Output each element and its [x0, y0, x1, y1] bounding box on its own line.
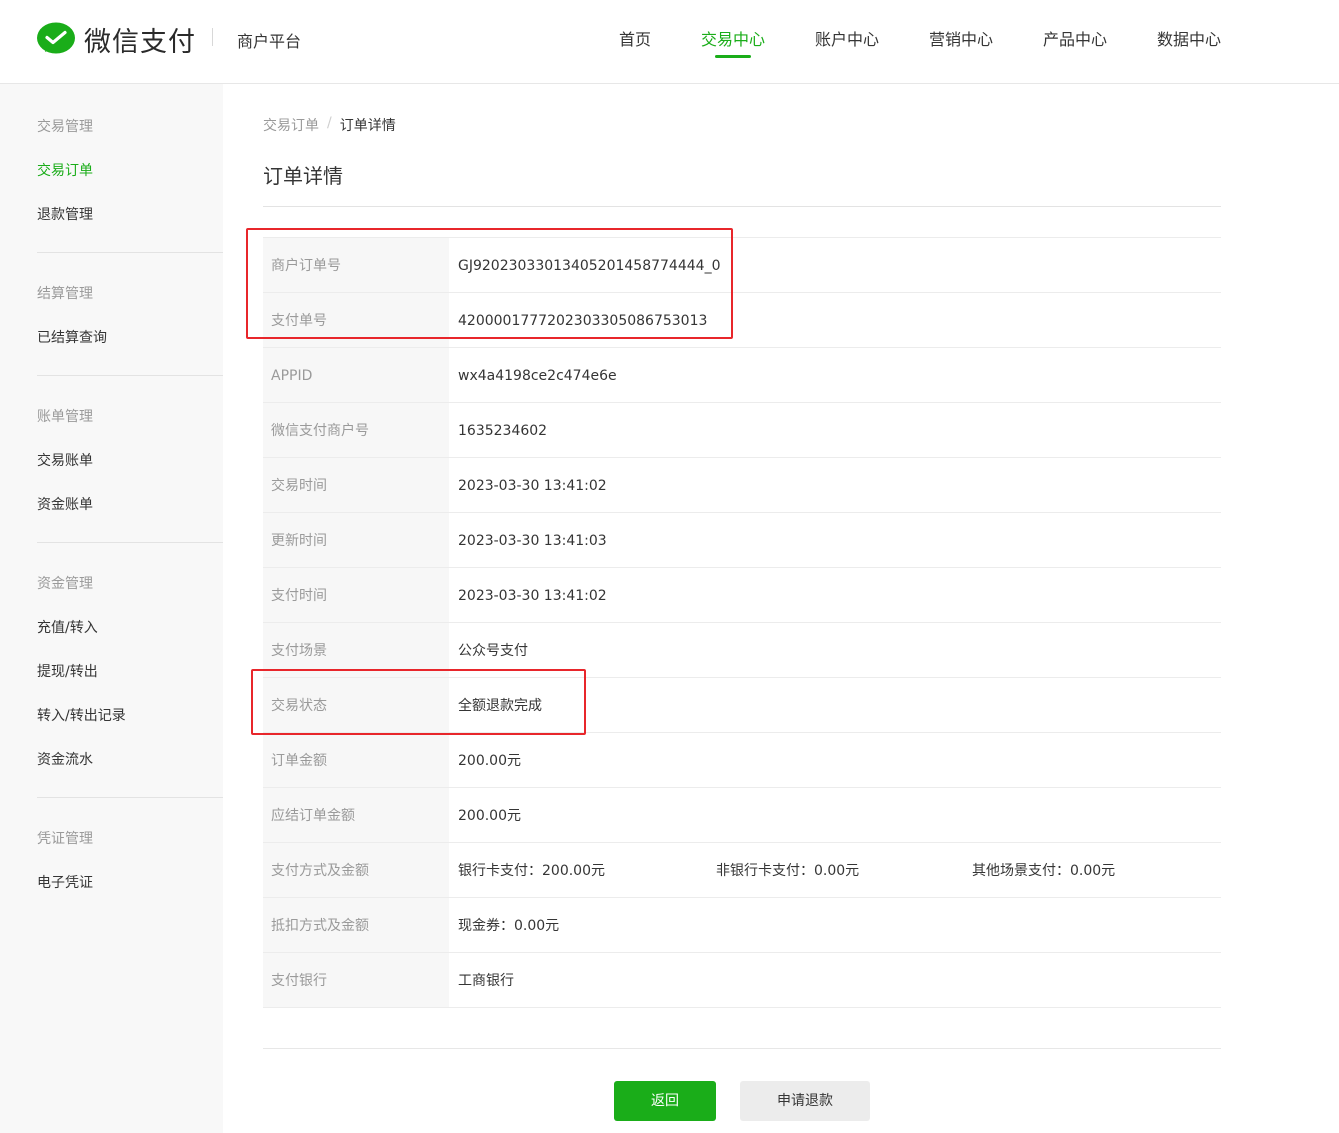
sidebar-group-bills: 账单管理	[37, 409, 93, 425]
top-nav: 首页 交易中心 账户中心 营销中心 产品中心 数据中心	[0, 26, 1339, 84]
page-title: 订单详情	[263, 164, 343, 188]
detail-row-appid: APPID wx4a4198ce2c474e6e	[263, 348, 1221, 403]
sidebar-item-fund-bill[interactable]: 资金账单	[37, 494, 93, 514]
detail-label: 支付时间	[263, 568, 449, 622]
detail-row-pay-bank: 支付银行 工商银行	[263, 953, 1221, 1008]
detail-row-settle-amount: 应结订单金额 200.00元	[263, 788, 1221, 843]
sidebar-divider	[37, 252, 223, 253]
detail-row-order-amount: 订单金额 200.00元	[263, 733, 1221, 788]
breadcrumb-separator: /	[327, 115, 332, 131]
detail-value: 银行卡支付：200.00元	[458, 863, 605, 879]
detail-row-merchant-id: 微信支付商户号 1635234602	[263, 403, 1221, 458]
detail-label: 支付银行	[263, 953, 449, 1007]
detail-label: APPID	[263, 348, 449, 402]
breadcrumb-parent[interactable]: 交易订单	[263, 115, 319, 135]
breadcrumb-current: 订单详情	[339, 118, 396, 134]
detail-value: 2023-03-30 13:41:02	[458, 478, 607, 494]
sidebar-divider	[37, 542, 223, 543]
apply-refund-button[interactable]: 申请退款	[740, 1081, 870, 1121]
detail-value: 非银行卡支付：0.00元	[716, 863, 860, 879]
detail-value: 1635234602	[458, 423, 548, 439]
sidebar: 交易管理 交易订单 退款管理 结算管理 已结算查询 账单管理 交易账单 资金账单…	[0, 84, 223, 1133]
sidebar-divider	[37, 797, 223, 798]
highlight-box-trade-status	[251, 669, 586, 735]
sidebar-item-trade-bill[interactable]: 交易账单	[37, 450, 93, 470]
detail-value: 工商银行	[458, 973, 514, 989]
sidebar-item-transfer-records[interactable]: 转入/转出记录	[37, 705, 126, 725]
detail-row-pay-time: 支付时间 2023-03-30 13:41:02	[263, 568, 1221, 623]
sidebar-item-withdraw[interactable]: 提现/转出	[37, 661, 98, 681]
detail-row-deduction: 抵扣方式及金额 现金券：0.00元	[263, 898, 1221, 953]
sidebar-item-fund-flow[interactable]: 资金流水	[37, 749, 93, 769]
nav-home[interactable]: 首页	[619, 26, 651, 50]
sidebar-divider	[37, 375, 223, 376]
nav-active-indicator	[715, 55, 751, 58]
sidebar-item-settled-query[interactable]: 已结算查询	[37, 327, 107, 347]
top-header: 微信支付 商户平台 首页 交易中心 账户中心 营销中心 产品中心 数据中心	[0, 0, 1339, 84]
detail-row-trade-time: 交易时间 2023-03-30 13:41:02	[263, 458, 1221, 513]
sidebar-item-recharge[interactable]: 充值/转入	[37, 617, 98, 637]
detail-value: 现金券：0.00元	[458, 918, 560, 934]
nav-data-center[interactable]: 数据中心	[1157, 26, 1221, 50]
detail-label: 微信支付商户号	[263, 403, 449, 457]
sidebar-group-settlement: 结算管理	[37, 286, 93, 302]
nav-trade-center[interactable]: 交易中心	[701, 26, 765, 50]
sidebar-group-vouchers: 凭证管理	[37, 831, 93, 847]
detail-value: 200.00元	[458, 753, 521, 769]
detail-value: wx4a4198ce2c474e6e	[458, 368, 617, 384]
detail-label: 更新时间	[263, 513, 449, 567]
breadcrumb: 交易订单 / 订单详情	[263, 115, 396, 135]
detail-value: 2023-03-30 13:41:02	[458, 588, 607, 604]
order-detail-table: 商户订单号 GJ92023033013405201458774444_0 支付单…	[263, 237, 1221, 1008]
sidebar-group-trade: 交易管理	[37, 119, 93, 135]
sidebar-item-refunds[interactable]: 退款管理	[37, 204, 93, 224]
detail-label: 订单金额	[263, 733, 449, 787]
actions-divider	[263, 1048, 1221, 1049]
nav-account-center[interactable]: 账户中心	[815, 26, 879, 50]
nav-product-center[interactable]: 产品中心	[1043, 26, 1107, 50]
detail-value: 其他场景支付：0.00元	[972, 863, 1116, 879]
nav-marketing-center[interactable]: 营销中心	[929, 26, 993, 50]
title-divider	[263, 206, 1221, 207]
detail-label: 支付方式及金额	[263, 843, 449, 897]
detail-value: 2023-03-30 13:41:03	[458, 533, 607, 549]
sidebar-item-e-voucher[interactable]: 电子凭证	[37, 872, 93, 892]
detail-row-update-time: 更新时间 2023-03-30 13:41:03	[263, 513, 1221, 568]
detail-row-pay-method: 支付方式及金额 银行卡支付：200.00元 非银行卡支付：0.00元 其他场景支…	[263, 843, 1221, 898]
detail-label: 应结订单金额	[263, 788, 449, 842]
detail-label: 抵扣方式及金额	[263, 898, 449, 952]
sidebar-item-trade-orders[interactable]: 交易订单	[37, 160, 93, 180]
back-button[interactable]: 返回	[614, 1081, 716, 1121]
highlight-box-order-numbers	[246, 228, 733, 339]
detail-label: 交易时间	[263, 458, 449, 512]
detail-value: 200.00元	[458, 808, 521, 824]
sidebar-group-funds: 资金管理	[37, 576, 93, 592]
